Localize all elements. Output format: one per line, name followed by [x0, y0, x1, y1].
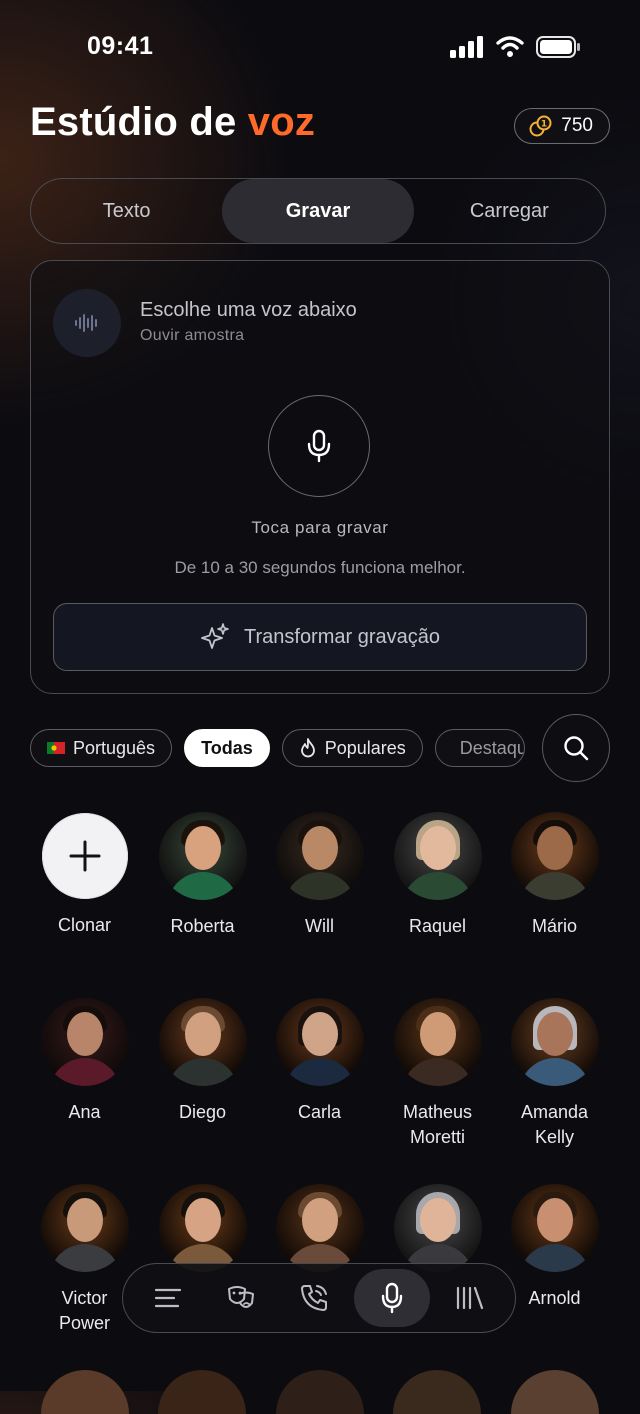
- nav-menu[interactable]: [135, 1269, 201, 1327]
- waveform-icon: [75, 314, 97, 332]
- page-title: Estúdio de voz: [30, 100, 316, 144]
- voice-row-peek: [0, 1370, 640, 1414]
- masks-icon: [227, 1286, 254, 1308]
- bottom-nav: [122, 1263, 516, 1333]
- portugal-flag-icon: [47, 742, 65, 754]
- voice-name: Diego: [178, 1102, 227, 1122]
- voice-card[interactable]: [261, 1184, 378, 1272]
- selected-voice-title: Escolhe uma voz abaixo: [140, 299, 357, 321]
- avatar: [393, 812, 482, 900]
- avatar: [510, 998, 599, 1086]
- credits-badge[interactable]: 1 750: [514, 108, 610, 144]
- nav-calls[interactable]: [281, 1269, 347, 1327]
- avatar: [510, 812, 599, 900]
- voice-card-will[interactable]: Will: [261, 812, 378, 939]
- filter-language[interactable]: Português: [30, 729, 173, 767]
- avatar: [393, 998, 482, 1086]
- voice-name: Mário: [531, 916, 577, 936]
- record-button[interactable]: [268, 395, 370, 497]
- voice-name: Clonar: [57, 915, 112, 935]
- avatar: [275, 998, 364, 1086]
- plus-icon: [69, 840, 100, 872]
- voice-name: Ana: [68, 1102, 101, 1122]
- voice-name: Roberta: [170, 916, 235, 936]
- clone-button[interactable]: [41, 813, 128, 899]
- voice-card[interactable]: [379, 1184, 496, 1272]
- voice-card-mario[interactable]: Mário: [496, 812, 613, 939]
- voice-card-ana[interactable]: Ana: [26, 998, 143, 1125]
- voice-name: Carla: [297, 1102, 341, 1122]
- filter-featured[interactable]: Destaques: [434, 729, 525, 767]
- tab-gravar[interactable]: Gravar: [222, 179, 414, 243]
- tab-texto[interactable]: Texto: [31, 179, 222, 243]
- sparkles-icon: [201, 623, 229, 649]
- listen-sample-link[interactable]: Ouvir amostra: [140, 327, 244, 345]
- avatar: [158, 1184, 247, 1272]
- tab-carregar[interactable]: Carregar: [414, 179, 605, 243]
- voice-card-roberta[interactable]: Roberta: [144, 812, 261, 939]
- page-title-accent: voz: [247, 100, 316, 144]
- library-icon: [457, 1286, 484, 1310]
- avatar: [275, 1184, 364, 1272]
- voice-card-amanda-kelly[interactable]: Amanda Kelly: [496, 998, 613, 1150]
- filter-popular[interactable]: Populares: [281, 729, 423, 767]
- phone-icon: [300, 1285, 327, 1311]
- mode-tabs: Texto Gravar Carregar: [30, 178, 606, 244]
- voice-name: Amanda Kelly: [520, 1102, 589, 1147]
- mic-icon: [381, 1282, 403, 1314]
- nav-library[interactable]: [437, 1269, 503, 1327]
- signal-icon: [450, 36, 483, 58]
- record-label: Toca para gravar: [251, 518, 389, 537]
- clone-voice-item[interactable]: Clonar: [26, 813, 143, 938]
- battery-icon: [536, 36, 580, 58]
- voice-name: Raquel: [408, 916, 467, 936]
- voice-sample-button[interactable]: [53, 289, 121, 357]
- filter-all[interactable]: Todas: [184, 729, 270, 767]
- transform-label: Transformar gravação: [244, 625, 440, 648]
- transform-recording-button[interactable]: Transformar gravação: [53, 603, 587, 671]
- nav-record[interactable]: [354, 1269, 431, 1327]
- avatar: [40, 1184, 129, 1272]
- voice-card[interactable]: [144, 1184, 261, 1272]
- voice-name: Matheus Moretti: [402, 1102, 473, 1147]
- search-button[interactable]: [542, 714, 610, 782]
- avatar: [275, 812, 364, 900]
- avatar: [393, 1184, 482, 1272]
- menu-icon: [154, 1288, 181, 1308]
- voice-name: Will: [305, 916, 334, 936]
- search-icon: [564, 736, 589, 761]
- recorder-card: Escolhe uma voz abaixo Ouvir amostra Toc…: [30, 260, 610, 694]
- wifi-icon: [496, 36, 524, 57]
- avatar: [158, 998, 247, 1086]
- avatar: [158, 812, 247, 900]
- avatar: [40, 998, 129, 1086]
- voice-card-matheus-moretti[interactable]: Matheus Moretti: [379, 998, 496, 1150]
- voice-card-diego[interactable]: Diego: [144, 998, 261, 1125]
- coins-icon: 1: [529, 115, 552, 137]
- flame-icon: [300, 738, 315, 758]
- status-time: 09:41: [87, 32, 154, 60]
- avatar: [510, 1184, 599, 1272]
- credits-count: 750: [561, 115, 593, 136]
- status-bar: 09:41: [0, 28, 640, 68]
- voice-card-carla[interactable]: Carla: [261, 998, 378, 1125]
- mic-icon: [307, 429, 331, 463]
- voice-filters: Português Todas Populares Destaques: [30, 729, 525, 769]
- voice-card-raquel[interactable]: Raquel: [379, 812, 496, 939]
- nav-characters[interactable]: [208, 1269, 274, 1327]
- svg-text:1: 1: [541, 120, 547, 130]
- record-hint: De 10 a 30 segundos funciona melhor.: [174, 558, 466, 577]
